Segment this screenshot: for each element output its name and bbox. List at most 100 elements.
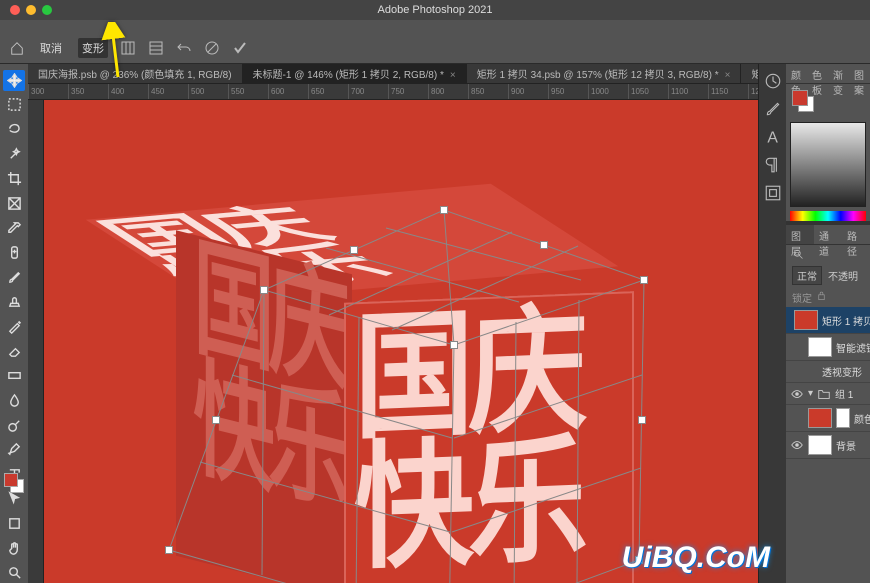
panel-tab-channels[interactable]: 通道 <box>814 225 842 244</box>
move-tool[interactable] <box>3 70 25 91</box>
panel-tab-patterns[interactable]: 图案 <box>849 64 870 83</box>
blend-mode-select[interactable]: 正常 <box>792 266 822 285</box>
blend-mode-row: 正常 不透明 <box>786 263 870 288</box>
layer-name[interactable]: 透视变形 <box>822 364 862 379</box>
eyedropper-tool[interactable] <box>3 218 25 239</box>
hand-tool[interactable] <box>3 538 25 559</box>
maximize-window-button[interactable] <box>42 5 52 15</box>
layer-name[interactable]: 组 1 <box>835 386 853 401</box>
marquee-tool[interactable] <box>3 95 25 116</box>
color-swatch[interactable] <box>4 473 24 493</box>
history-panel-icon[interactable] <box>764 72 782 90</box>
pen-tool[interactable] <box>3 439 25 460</box>
layer-thumbnail[interactable] <box>808 337 832 357</box>
layer-row[interactable]: 矩形 1 拷贝 2 <box>786 307 870 334</box>
properties-panel-icon[interactable] <box>764 184 782 202</box>
color-picker-field[interactable] <box>790 122 866 207</box>
layer-row[interactable]: 颜色填充 <box>786 405 870 432</box>
gradient-tool[interactable] <box>3 366 25 387</box>
close-tab-icon[interactable]: × <box>725 70 731 81</box>
chevron-down-icon[interactable]: ▾ <box>808 388 813 399</box>
menubar[interactable] <box>0 20 870 32</box>
close-tab-icon[interactable]: × <box>450 70 456 81</box>
transform-handle[interactable] <box>640 276 648 284</box>
cancel-transform-button[interactable]: 取消 <box>36 38 66 58</box>
close-window-button[interactable] <box>10 5 20 15</box>
healing-brush-tool[interactable] <box>3 242 25 263</box>
layer-thumbnail[interactable] <box>794 310 818 330</box>
panel-tab-swatches[interactable]: 色板 <box>807 64 828 83</box>
grid-3x3-icon[interactable] <box>120 40 136 56</box>
grid-icon[interactable] <box>148 40 164 56</box>
crop-tool[interactable] <box>3 169 25 190</box>
document-tab[interactable]: 矩形 1 拷贝 34.psb @ 157% (矩形 12 拷贝 3, RGB/8… <box>467 63 742 84</box>
collapsed-panel-dock: A <box>758 64 786 583</box>
transform-handle[interactable] <box>540 241 548 249</box>
eraser-tool[interactable] <box>3 341 25 362</box>
cancel-icon[interactable] <box>204 40 220 56</box>
lasso-tool[interactable] <box>3 119 25 140</box>
ruler-tick: 800 <box>428 84 468 99</box>
brush-tool[interactable] <box>3 267 25 288</box>
blur-tool[interactable] <box>3 390 25 411</box>
document-tab[interactable]: 未标题-1 @ 146% (矩形 1 拷贝 2, RGB/8) *× <box>243 63 467 84</box>
transform-handle[interactable] <box>260 286 268 294</box>
undo-icon[interactable] <box>176 40 192 56</box>
commit-icon[interactable] <box>232 40 248 56</box>
layer-row[interactable]: 背景 <box>786 432 870 459</box>
front-text: 国庆 快乐 <box>354 305 582 575</box>
panel-tab-paths[interactable]: 路径 <box>842 225 870 244</box>
document-tab[interactable]: 国庆海报.psb @ 236% (颜色填充 1, RGB/8) <box>28 63 243 84</box>
transform-handle[interactable] <box>165 546 173 554</box>
frame-tool[interactable] <box>3 193 25 214</box>
brush-panel-icon[interactable] <box>764 100 782 118</box>
ruler-tick: 1150 <box>708 84 748 99</box>
clone-stamp-tool[interactable] <box>3 292 25 313</box>
ruler-tick: 1000 <box>588 84 628 99</box>
panel-tab-layers[interactable]: 图层 <box>786 225 814 244</box>
layer-name[interactable]: 颜色填充 <box>854 411 870 426</box>
panel-tab-color[interactable]: 颜色 <box>786 64 807 83</box>
horizontal-ruler[interactable]: 3003504004505005506006507007508008509009… <box>28 84 758 100</box>
transform-handle[interactable] <box>440 206 448 214</box>
transform-handle[interactable] <box>350 246 358 254</box>
canvas[interactable]: 国庆 快乐 国庆 快乐 国庆 快乐 <box>44 100 758 583</box>
hue-strip[interactable] <box>790 211 866 221</box>
transform-handle[interactable] <box>212 416 220 424</box>
transform-handle[interactable] <box>638 416 646 424</box>
ruler-tick: 600 <box>268 84 308 99</box>
minimize-window-button[interactable] <box>26 5 36 15</box>
layer-row[interactable]: ▾ 组 1 <box>786 383 870 405</box>
home-icon[interactable] <box>10 41 24 55</box>
layer-row[interactable]: 透视变形 <box>786 361 870 383</box>
layers-panel-tabs: 图层 通道 路径 <box>786 225 870 245</box>
layer-row[interactable]: 智能滤镜 <box>786 334 870 361</box>
dodge-tool[interactable] <box>3 415 25 436</box>
foreground-background-swatch[interactable] <box>792 90 814 112</box>
lock-icon[interactable] <box>816 290 827 301</box>
paragraph-panel-icon[interactable] <box>764 156 782 174</box>
layer-name[interactable]: 矩形 1 拷贝 2 <box>822 313 870 328</box>
layer-mask-thumbnail[interactable] <box>836 408 850 428</box>
layer-thumbnail[interactable] <box>808 435 832 455</box>
layer-name[interactable]: 智能滤镜 <box>836 340 870 355</box>
layer-name[interactable]: 背景 <box>836 438 856 453</box>
character-panel-icon[interactable]: A <box>764 128 782 146</box>
zoom-tool[interactable] <box>3 563 25 583</box>
warp-button[interactable]: 变形 <box>78 38 108 58</box>
cube-face-left: 国庆 快乐 <box>176 230 352 583</box>
vertical-ruler[interactable] <box>28 100 44 583</box>
shape-tool[interactable] <box>3 513 25 534</box>
layer-thumbnail[interactable] <box>808 408 832 428</box>
watermark: UiBQ.CoM <box>622 541 770 575</box>
visibility-toggle-icon[interactable] <box>790 387 804 401</box>
panel-tab-gradients[interactable]: 渐变 <box>828 64 849 83</box>
magic-wand-tool[interactable] <box>3 144 25 165</box>
visibility-toggle-icon[interactable] <box>790 438 804 452</box>
ruler-tick: 700 <box>348 84 388 99</box>
filter-icon[interactable] <box>792 248 804 260</box>
transform-handle[interactable] <box>450 341 458 349</box>
artboard: 国庆 快乐 国庆 快乐 国庆 快乐 <box>44 100 758 583</box>
titlebar: Adobe Photoshop 2021 <box>0 0 870 20</box>
history-brush-tool[interactable] <box>3 316 25 337</box>
